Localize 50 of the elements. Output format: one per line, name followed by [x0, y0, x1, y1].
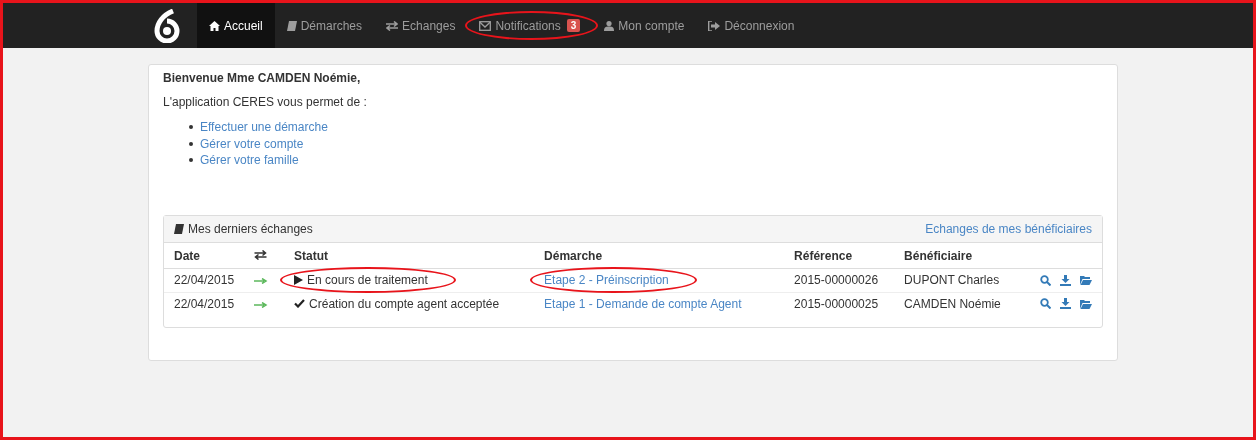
download-icon[interactable]	[1060, 274, 1071, 286]
feature-link[interactable]: Gérer votre famille	[200, 152, 299, 169]
book-icon	[174, 223, 184, 234]
welcome-title: Bienvenue Mme CAMDEN Noémie,	[163, 71, 362, 85]
download-icon[interactable]	[1060, 298, 1071, 310]
column-header: Statut	[294, 248, 329, 263]
nav-item[interactable]: Echanges	[374, 3, 468, 48]
beneficiaries-link[interactable]: Echanges de mes bénéficiaires	[925, 221, 1092, 236]
column-header: Bénéficiaire	[904, 248, 973, 263]
envelope-icon	[479, 20, 492, 31]
play-icon	[294, 274, 304, 285]
panel-title: Mes derniers échanges	[188, 221, 313, 236]
arrow-icon	[254, 301, 269, 308]
procedure-link[interactable]: Etape 2 - Préinscription	[544, 273, 669, 287]
nav-item[interactable]: Démarches	[274, 3, 375, 48]
folder-icon[interactable]	[1080, 298, 1092, 309]
folder-icon[interactable]	[1080, 275, 1092, 285]
feature-link[interactable]: Effectuer une démarche	[200, 119, 328, 136]
search-icon[interactable]	[1040, 298, 1051, 310]
bullet-icon	[189, 141, 193, 146]
reference-cell: 2015-00000026	[794, 273, 879, 287]
reference-cell: 2015-00000025	[794, 296, 879, 311]
home-icon	[209, 20, 220, 31]
nav-item[interactable]: Notifications 3	[467, 3, 593, 48]
user-icon	[604, 20, 615, 31]
status-text: Création du compte agent acceptée	[309, 296, 500, 311]
beneficiary-cell: DUPONT Charles	[904, 273, 1000, 287]
bullet-icon	[189, 125, 193, 130]
column-header: Démarche	[544, 248, 603, 263]
feature-link[interactable]: Gérer votre compte	[200, 135, 304, 152]
arrow-icon	[254, 278, 269, 284]
column-header: Date	[174, 248, 200, 263]
bullet-icon	[189, 158, 193, 163]
beneficiary-cell: CAMDEN Noémie	[904, 296, 1001, 311]
date-cell: 22/04/2015	[174, 296, 235, 311]
nav-item[interactable]: Accueil	[197, 3, 275, 48]
date-cell: 22/04/2015	[174, 273, 235, 287]
search-icon[interactable]	[1040, 274, 1051, 286]
intro-text: L'application CERES vous permet de :	[163, 95, 368, 109]
status-text: En cours de traitement	[307, 272, 428, 287]
column-header: Référence	[794, 248, 853, 263]
nav-item[interactable]: Mon compte	[592, 3, 697, 48]
sign-out-icon	[708, 20, 721, 31]
swap-icon	[254, 249, 268, 260]
notification-count: 3	[566, 19, 581, 32]
procedure-link[interactable]: Etape 1 - Demande de compte Agent	[544, 296, 742, 311]
check-icon	[294, 299, 306, 308]
swap-icon	[386, 20, 399, 31]
nav-item[interactable]: Déconnexion	[696, 3, 807, 48]
book-icon	[286, 20, 297, 31]
